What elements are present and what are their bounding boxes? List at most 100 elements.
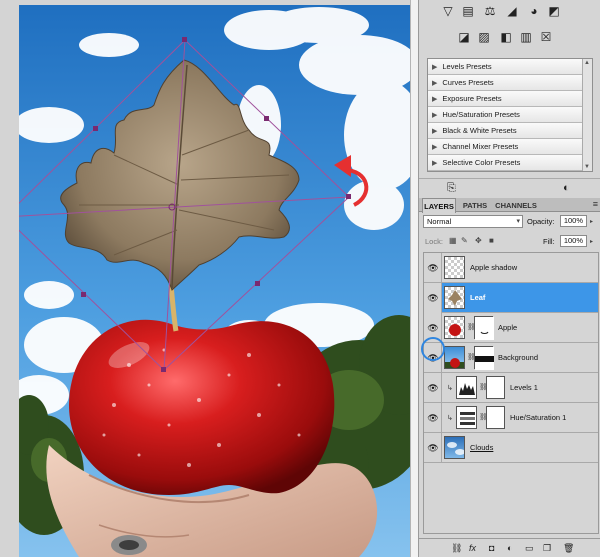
tab-layers[interactable]: LAYERS bbox=[422, 198, 456, 213]
layer-row-apple[interactable]: 👁 ⛓ Apple bbox=[424, 313, 598, 343]
add-mask-icon[interactable]: ◘ bbox=[489, 543, 494, 553]
layer-thumbnail bbox=[444, 346, 465, 369]
layer-row-levels-1[interactable]: 👁 ↳ ⛓ Levels 1 bbox=[424, 373, 598, 403]
return-icon[interactable]: ⎘ bbox=[447, 182, 456, 195]
photoshop-window: ▽ ▤ ⚖ ◢ ◕ ◩ ◪ ▨ ◧ ▥ ☒ ▶ Levels Presets ▶ C… bbox=[0, 0, 600, 557]
layer-thumbnail bbox=[444, 436, 465, 459]
layer-row-clouds[interactable]: 👁 Clouds bbox=[424, 433, 598, 463]
fill-arrow-icon[interactable]: ▸ bbox=[590, 238, 593, 245]
chevron-down-icon: ▾ bbox=[516, 218, 520, 225]
mask-thumbnail[interactable] bbox=[486, 406, 505, 429]
opacity-arrow-icon[interactable]: ▸ bbox=[590, 218, 593, 225]
tab-paths[interactable]: PATHS bbox=[458, 198, 492, 212]
fill-field[interactable]: 100% bbox=[560, 235, 587, 247]
layers-list: 👁 Apple shadow 👁 Leaf 👁 ⛓ Apple 👁 ⛓ Back… bbox=[421, 252, 599, 534]
expand-triangle-icon: ▶ bbox=[432, 79, 438, 87]
panel-menu-icon[interactable]: ≡ bbox=[593, 199, 598, 209]
layer-row-apple-shadow[interactable]: 👁 Apple shadow bbox=[424, 253, 598, 283]
document-canvas[interactable] bbox=[19, 5, 410, 557]
canvas-area[interactable] bbox=[0, 0, 418, 557]
brightness-icon[interactable]: ▽ bbox=[439, 2, 457, 20]
eye-icon[interactable]: 👁 bbox=[426, 322, 440, 334]
eye-icon[interactable]: 👁 bbox=[426, 262, 440, 274]
opacity-field[interactable]: 100% bbox=[560, 215, 587, 227]
invert-icon[interactable]: ◪ bbox=[455, 28, 473, 46]
scroll-down-icon[interactable]: ▼ bbox=[584, 164, 590, 170]
layer-row-hue-saturation-1[interactable]: 👁 ↳ ⛓ Hue/Saturation 1 bbox=[424, 403, 598, 433]
levels-icon[interactable]: ▤ bbox=[459, 2, 477, 20]
clip-arrow-icon: ↳ bbox=[447, 385, 453, 392]
preset-black-white[interactable]: ▶ Black & White Presets bbox=[428, 123, 583, 139]
hue-icon[interactable]: ◕ bbox=[525, 2, 543, 20]
adjustment-thumbnail bbox=[456, 376, 477, 399]
layer-thumbnail bbox=[444, 316, 465, 339]
eye-highlight-circle bbox=[421, 337, 445, 361]
expand-triangle-icon: ▶ bbox=[432, 95, 438, 103]
layer-name: Leaf bbox=[470, 293, 486, 302]
layer-row-background[interactable]: 👁 ⛓ Background bbox=[424, 343, 598, 373]
layer-name: Hue/Saturation 1 bbox=[510, 413, 567, 422]
gradient-map-icon[interactable]: ▥ bbox=[517, 28, 535, 46]
layer-thumbnail bbox=[444, 256, 465, 279]
preset-hue-saturation[interactable]: ▶ Hue/Saturation Presets bbox=[428, 107, 583, 123]
threshold-icon[interactable]: ◧ bbox=[497, 28, 515, 46]
expand-triangle-icon: ▶ bbox=[432, 63, 438, 71]
layer-name: Levels 1 bbox=[510, 383, 538, 392]
fill-label: Fill: bbox=[543, 237, 555, 246]
visibility-toggle-icon[interactable]: ◐ bbox=[563, 182, 570, 194]
curves-icon[interactable]: ◢ bbox=[503, 2, 521, 20]
preset-exposure[interactable]: ▶ Exposure Presets bbox=[428, 91, 583, 107]
opacity-label: Opacity: bbox=[527, 217, 555, 226]
mask-thumbnail[interactable] bbox=[474, 316, 494, 340]
panel-tabs: LAYERS PATHS CHANNELS ≡ bbox=[419, 198, 600, 213]
trash-icon[interactable]: 🗑 bbox=[563, 543, 574, 554]
new-layer-icon[interactable]: ❐ bbox=[543, 543, 551, 554]
preset-levels[interactable]: ▶ Levels Presets bbox=[428, 59, 583, 75]
lock-all-icon[interactable]: ■ bbox=[489, 236, 494, 245]
eye-icon[interactable]: 👁 bbox=[426, 442, 440, 454]
layer-name: Apple shadow bbox=[470, 263, 518, 272]
layers-panel: LAYERS PATHS CHANNELS ≡ Normal ▾ Opacity… bbox=[419, 198, 600, 557]
tab-channels[interactable]: CHANNELS bbox=[493, 198, 539, 212]
eye-icon[interactable]: 👁 bbox=[426, 412, 440, 424]
layer-thumbnail bbox=[444, 286, 465, 309]
lock-label: Lock: bbox=[425, 237, 443, 246]
selective-color-icon[interactable]: ☒ bbox=[537, 28, 555, 46]
fx-icon[interactable]: fx bbox=[469, 543, 476, 553]
layer-name: Background bbox=[498, 353, 539, 362]
layer-row-leaf[interactable]: 👁 Leaf bbox=[424, 283, 598, 313]
right-panel: ▽ ▤ ⚖ ◢ ◕ ◩ ◪ ▨ ◧ ▥ ☒ ▶ Levels Presets ▶ C… bbox=[418, 0, 600, 557]
adjustments-footer: ⎘ ◐ bbox=[419, 178, 600, 196]
canvas-edge bbox=[410, 0, 418, 557]
expand-triangle-icon: ▶ bbox=[432, 111, 438, 119]
balance-icon[interactable]: ⚖ bbox=[481, 2, 499, 20]
adjustment-thumbnail bbox=[456, 406, 477, 429]
preset-selective-color[interactable]: ▶ Selective Color Presets bbox=[428, 155, 583, 171]
mask-thumbnail[interactable] bbox=[474, 346, 494, 370]
layers-footer: ⛓ fx ◘ ◐ ▭ ❐ 🗑 bbox=[419, 538, 600, 557]
preset-curves[interactable]: ▶ Curves Presets bbox=[428, 75, 583, 91]
presets-scrollbar[interactable]: ▲ ▼ bbox=[582, 59, 592, 171]
link-layers-icon[interactable]: ⛓ bbox=[451, 543, 462, 554]
new-adjustment-icon[interactable]: ◐ bbox=[507, 543, 512, 553]
expand-triangle-icon: ▶ bbox=[432, 127, 438, 135]
eye-icon[interactable]: 👁 bbox=[426, 292, 440, 304]
color-balance-icon[interactable]: ◩ bbox=[545, 2, 563, 20]
expand-triangle-icon: ▶ bbox=[432, 143, 438, 151]
adjustment-presets-list: ▶ Levels Presets ▶ Curves Presets ▶ Exposur… bbox=[427, 58, 593, 172]
new-group-icon[interactable]: ▭ bbox=[525, 543, 534, 554]
scroll-up-icon[interactable]: ▲ bbox=[584, 60, 590, 66]
preset-channel-mixer[interactable]: ▶ Channel Mixer Presets bbox=[428, 139, 583, 155]
layer-name: Apple bbox=[498, 323, 518, 332]
posterize-icon[interactable]: ▨ bbox=[475, 28, 493, 46]
adjustment-icons: ▽ ▤ ⚖ ◢ ◕ ◩ ◪ ▨ ◧ ▥ ☒ bbox=[419, 0, 600, 56]
mask-thumbnail[interactable] bbox=[486, 376, 505, 399]
lock-position-icon[interactable]: ✥ bbox=[475, 236, 482, 245]
expand-triangle-icon: ▶ bbox=[432, 159, 438, 167]
clip-arrow-icon: ↳ bbox=[447, 415, 453, 422]
lock-transparent-icon[interactable]: ▦ bbox=[449, 236, 457, 245]
eye-icon[interactable]: 👁 bbox=[426, 382, 440, 394]
blend-mode-select[interactable]: Normal ▾ bbox=[423, 215, 523, 228]
layer-name: Clouds bbox=[470, 443, 494, 452]
lock-image-icon[interactable]: ✎ bbox=[461, 236, 468, 245]
